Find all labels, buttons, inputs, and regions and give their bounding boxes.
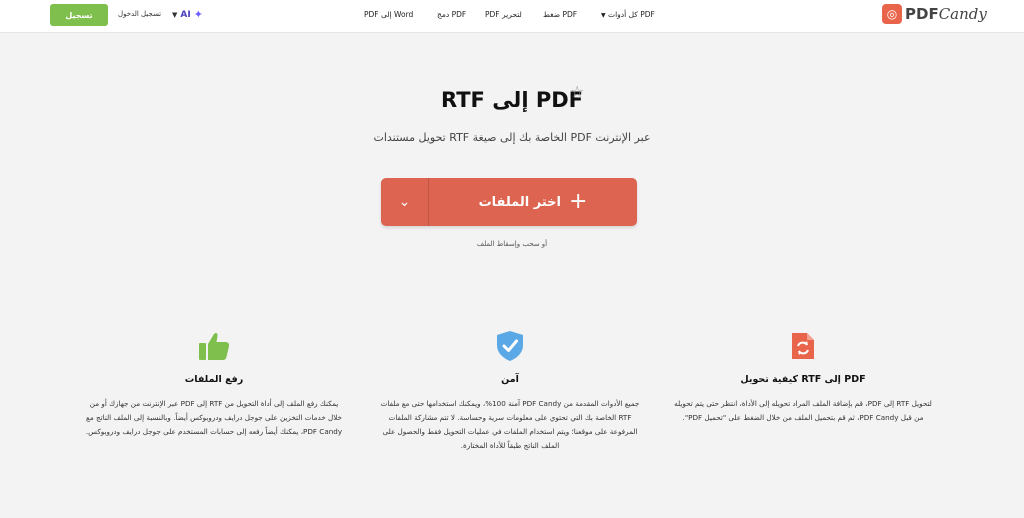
feature-title: كيفية تحويل RTF إلى PDF [740, 374, 866, 385]
chevron-down-icon: ▼ [601, 12, 606, 19]
feature-upload: رفع الملفات يمكنك رفع الملف إلى أداة الت… [84, 330, 344, 439]
plus-icon: + [568, 189, 588, 214]
feature-text: يمكنك رفع الملف إلى أداة التحويل من RTF … [85, 399, 343, 436]
choose-files-label: اختر الملفات [478, 194, 561, 210]
ai-label: AI [180, 9, 191, 20]
page-title: RTF إلى PDF [440, 88, 584, 112]
logo-text: PDFCandy [905, 5, 987, 23]
signup-button[interactable]: تسجيل [50, 4, 108, 26]
feature-title: آمن [501, 374, 519, 385]
choose-files-main[interactable]: اختر الملفات + [429, 178, 637, 226]
convert-icon [673, 330, 933, 362]
choose-files-button[interactable]: ⌄ اختر الملفات + [381, 178, 637, 226]
chevron-down-icon: ▼ [172, 10, 178, 19]
login-link[interactable]: تسجيل الدخول [118, 10, 161, 18]
page-subtitle: تحويل مستندات RTF الخاصة بك إلى صيغة PDF… [373, 131, 651, 144]
top-header: تسجيل تسجيل الدخول ▼ AI ✦ PDF إلى Word د… [0, 0, 1024, 33]
main-nav: PDF إلى Word دمج PDF PDF لتحرير ضغط PDF … [360, 10, 680, 24]
star-icon[interactable]: ☆ [570, 82, 584, 101]
chevron-down-icon: ⌄ [398, 194, 411, 210]
pdfcandy-logo[interactable]: ◎ PDFCandy [882, 4, 987, 24]
thumbs-up-icon [84, 330, 344, 362]
nav-pdf-to-word[interactable]: PDF إلى Word [364, 10, 413, 19]
drag-drop-hint: أو سحب وإسقاط الملف [476, 240, 548, 248]
nav-compress-pdf[interactable]: ضغط PDF [543, 10, 577, 19]
feature-how-to: كيفية تحويل RTF إلى PDF لتحويل RTF إلى P… [673, 330, 933, 425]
sparkle-icon: ✦ [193, 8, 203, 21]
shield-check-icon [380, 330, 640, 362]
nav-merge-pdf[interactable]: دمج PDF [437, 10, 466, 19]
nav-edit-pdf[interactable]: PDF لتحرير [485, 10, 522, 19]
feature-text: جميع الأدوات المقدمة من PDF Candy آمنة 1… [380, 399, 640, 450]
nav-all-tools[interactable]: ▼ كل أدوات PDF [601, 10, 655, 19]
nav-all-tools-label: كل أدوات PDF [608, 10, 655, 19]
feature-text: لتحويل RTF إلى PDF، قم بإضافة الملف المر… [674, 399, 932, 422]
feature-title: رفع الملفات [184, 374, 244, 385]
candy-logo-icon: ◎ [882, 4, 902, 24]
ai-menu[interactable]: ▼ AI ✦ [172, 8, 203, 21]
upload-source-dropdown[interactable]: ⌄ [381, 178, 428, 226]
feature-secure: آمن جميع الأدوات المقدمة من PDF Candy آم… [380, 330, 640, 453]
